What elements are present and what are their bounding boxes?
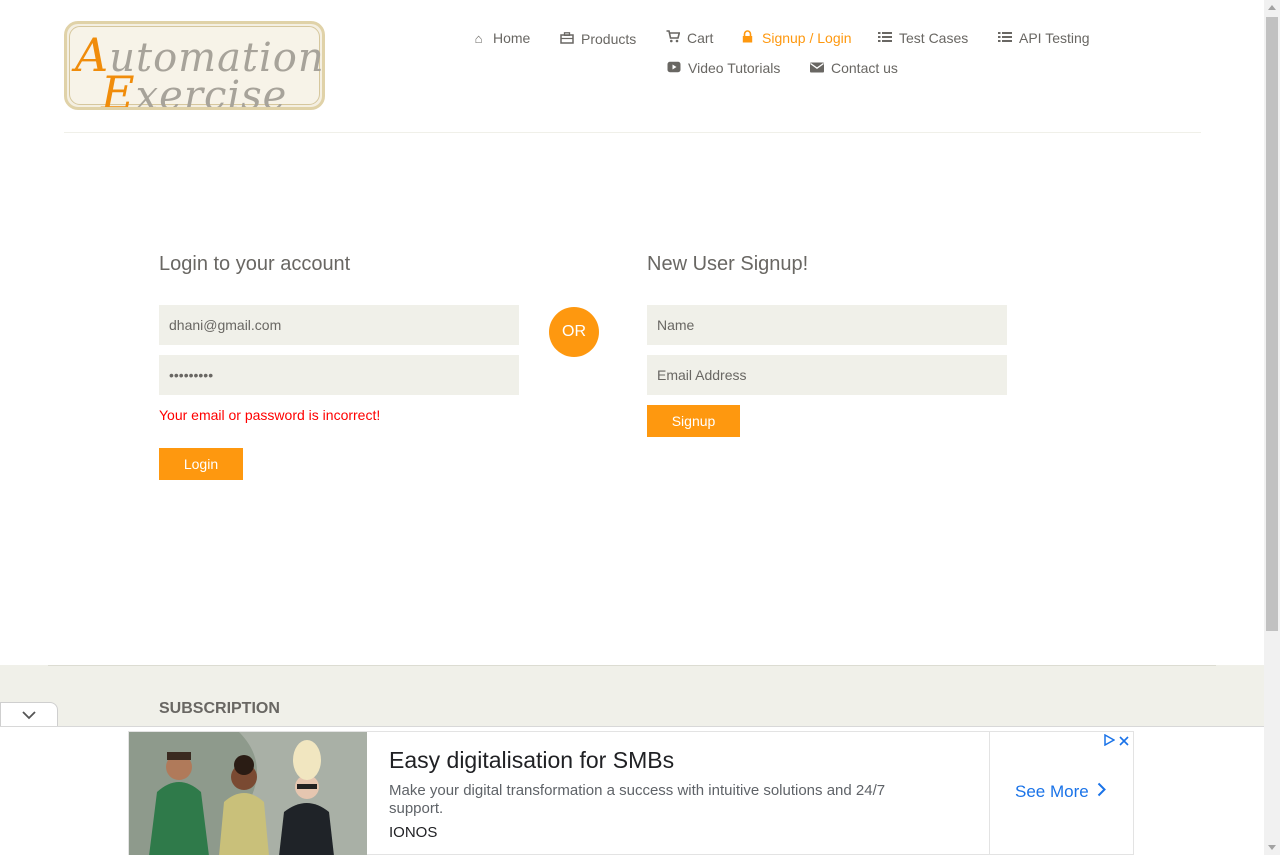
ad-card[interactable]: Easy digitalisation for SMBs Make your d… — [128, 731, 1134, 855]
nav-api-testing-label: API Testing — [1019, 30, 1090, 46]
cart-icon — [665, 30, 680, 46]
lock-icon — [740, 30, 755, 46]
nav-signup-login[interactable]: Signup / Login — [740, 30, 852, 46]
nav-signup-login-label: Signup / Login — [762, 30, 852, 46]
youtube-play-icon — [666, 61, 681, 76]
signup-email-input[interactable] — [647, 355, 1007, 395]
scroll-up-arrow-icon[interactable] — [1268, 5, 1276, 10]
page-scrollbar[interactable] — [1264, 0, 1280, 855]
close-icon[interactable] — [1119, 734, 1129, 749]
list-icon — [997, 31, 1012, 46]
site-logo[interactable]: Automation Exercise — [64, 21, 325, 110]
nav-contact-us-label: Contact us — [831, 60, 898, 76]
ad-brand: IONOS — [389, 824, 438, 841]
nav-home[interactable]: ⌂ Home — [471, 30, 531, 46]
login-password-input[interactable] — [159, 355, 519, 395]
ad-separator — [989, 732, 990, 855]
chevron-right-icon — [1097, 782, 1106, 802]
nav-video-tutorials[interactable]: Video Tutorials — [666, 60, 780, 76]
login-title: Login to your account — [159, 253, 351, 275]
envelope-icon — [809, 61, 824, 76]
ad-see-more-link[interactable]: See More — [1015, 782, 1106, 802]
ad-collapse-toggle[interactable] — [0, 702, 58, 728]
scrollbar-thumb[interactable] — [1266, 17, 1278, 631]
signup-button[interactable]: Signup — [647, 405, 740, 437]
logo-initial-e: E — [101, 66, 136, 110]
nav-video-tutorials-label: Video Tutorials — [688, 60, 781, 76]
nav-cart[interactable]: Cart — [665, 30, 713, 46]
logo-word-exercise: xercise — [135, 73, 288, 110]
ad-choices — [1103, 733, 1129, 749]
footer-divider — [48, 665, 1216, 666]
ad-title[interactable]: Easy digitalisation for SMBs — [389, 747, 674, 774]
nav-home-label: Home — [493, 30, 531, 46]
nav-test-cases[interactable]: Test Cases — [877, 30, 968, 46]
nav-products[interactable]: Products — [559, 31, 636, 47]
adchoices-icon[interactable] — [1103, 733, 1116, 749]
nav-products-label: Products — [581, 31, 637, 47]
chevron-down-icon — [22, 707, 36, 725]
nav-contact-us[interactable]: Contact us — [809, 60, 898, 76]
nav-cart-label: Cart — [687, 30, 714, 46]
ad-cta-label: See More — [1015, 782, 1089, 801]
login-button[interactable]: Login — [159, 448, 243, 480]
ad-banner: Easy digitalisation for SMBs Make your d… — [0, 726, 1264, 855]
briefcase-icon — [559, 31, 574, 47]
nav-test-cases-label: Test Cases — [899, 30, 969, 46]
ad-image[interactable] — [129, 732, 367, 855]
list-icon — [877, 31, 892, 46]
nav-api-testing[interactable]: API Testing — [997, 30, 1090, 46]
home-icon: ⌂ — [474, 30, 483, 46]
signup-title: New User Signup! — [647, 253, 809, 275]
signup-name-input[interactable] — [647, 305, 1007, 345]
login-error-message: Your email or password is incorrect! — [159, 407, 381, 423]
login-email-input[interactable] — [159, 305, 519, 345]
subscription-heading: SUBSCRIPTION — [159, 700, 280, 717]
scroll-down-arrow-icon[interactable] — [1268, 845, 1276, 850]
logo-line-2: Exercise — [101, 66, 288, 110]
or-badge: OR — [549, 307, 599, 357]
ad-description: Make your digital transformation a succe… — [389, 782, 886, 817]
header-divider — [64, 132, 1201, 133]
